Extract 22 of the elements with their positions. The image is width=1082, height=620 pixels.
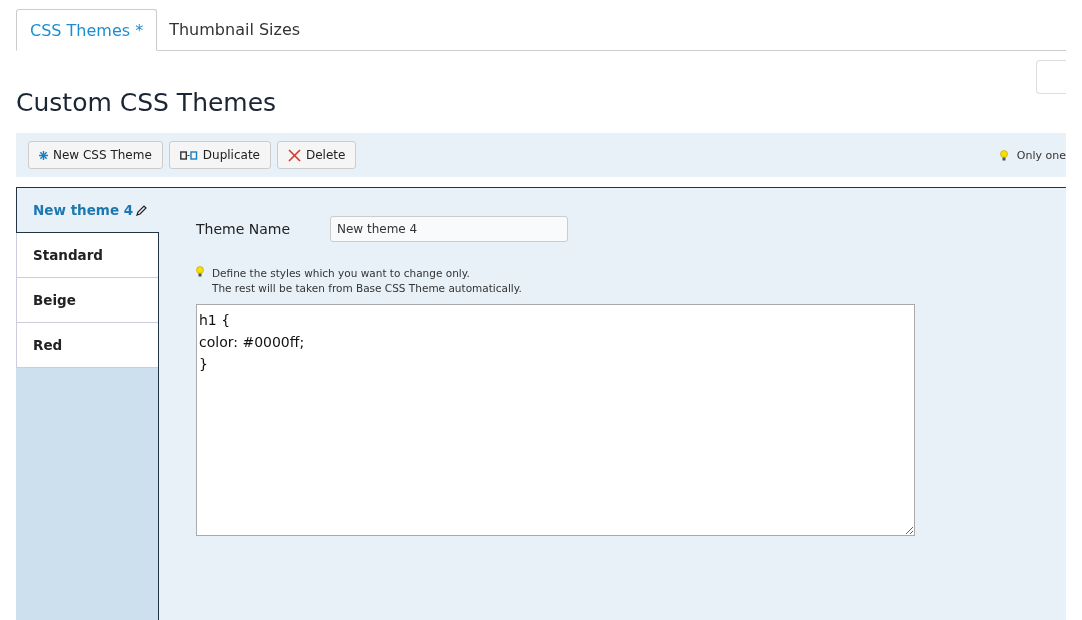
cut-off-button[interactable] [1036, 60, 1066, 94]
pencil-icon [136, 204, 148, 216]
lightbulb-icon [196, 266, 204, 277]
new-button[interactable]: New CSS Theme [28, 141, 163, 169]
theme-list-item[interactable]: Red [16, 323, 158, 368]
duplicate-icon [179, 150, 198, 160]
theme-list-item[interactable]: Beige [16, 278, 158, 323]
asterisk-icon [39, 150, 48, 160]
hint-text: The rest will be taken from Base CSS Theme automatically. [212, 281, 522, 296]
lightbulb-icon [999, 149, 1008, 161]
field-label: Theme Name [196, 221, 292, 237]
theme-list-item[interactable]: New theme 4 [16, 188, 159, 233]
css-code-field[interactable]: h1 { color: #0000ff; } [196, 304, 915, 536]
theme-list-item[interactable]: Standard [16, 233, 158, 278]
duplicate-button[interactable]: Duplicate [168, 141, 271, 169]
hint-text: Define the styles which you want to change only. [212, 266, 471, 281]
tab[interactable]: CSS Themes * [16, 9, 158, 51]
theme-name-field[interactable]: New theme 4 [330, 216, 568, 242]
page-heading: Custom CSS Themes [16, 88, 277, 117]
close-icon [288, 148, 301, 162]
delete-button[interactable]: Delete [277, 141, 357, 169]
hint-text: Only one [1016, 148, 1066, 162]
